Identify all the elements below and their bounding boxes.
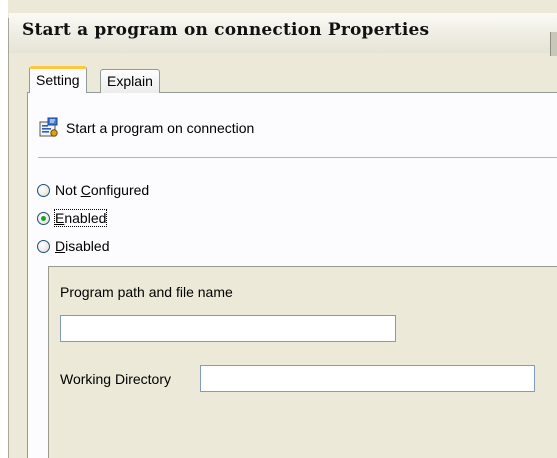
policy-header: Start a program on connection — [38, 117, 254, 139]
radio-disabled[interactable]: Disabled — [37, 238, 110, 254]
radio-label-enabled[interactable]: Enabled — [53, 209, 108, 227]
properties-dialog: Start a program on connection Properties… — [0, 0, 557, 458]
separator — [38, 157, 557, 158]
working-directory-input[interactable] — [200, 365, 535, 392]
radio-button[interactable] — [37, 239, 50, 253]
radio-label-not-configured[interactable]: Not Configured — [55, 182, 149, 198]
working-directory-label: Working Directory — [60, 371, 171, 387]
radio-label-disabled[interactable]: Disabled — [55, 238, 110, 254]
program-path-input[interactable] — [60, 315, 396, 342]
tab-explain[interactable]: Explain — [100, 69, 160, 93]
radio-not-configured[interactable]: Not Configured — [37, 182, 149, 198]
tab-setting[interactable]: Setting — [29, 66, 87, 93]
radio-enabled[interactable]: Enabled — [37, 209, 108, 227]
program-path-label: Program path and file name — [60, 284, 233, 300]
radio-button[interactable] — [37, 183, 50, 197]
title-bar-button-edge[interactable] — [550, 32, 557, 56]
window-title: Start a program on connection Properties — [22, 20, 430, 40]
radio-button-checked[interactable] — [37, 211, 50, 225]
window-left-border — [8, 18, 9, 458]
window-left-edge — [0, 0, 8, 458]
policy-name: Start a program on connection — [66, 120, 255, 136]
policy-setting-icon — [39, 117, 58, 137]
